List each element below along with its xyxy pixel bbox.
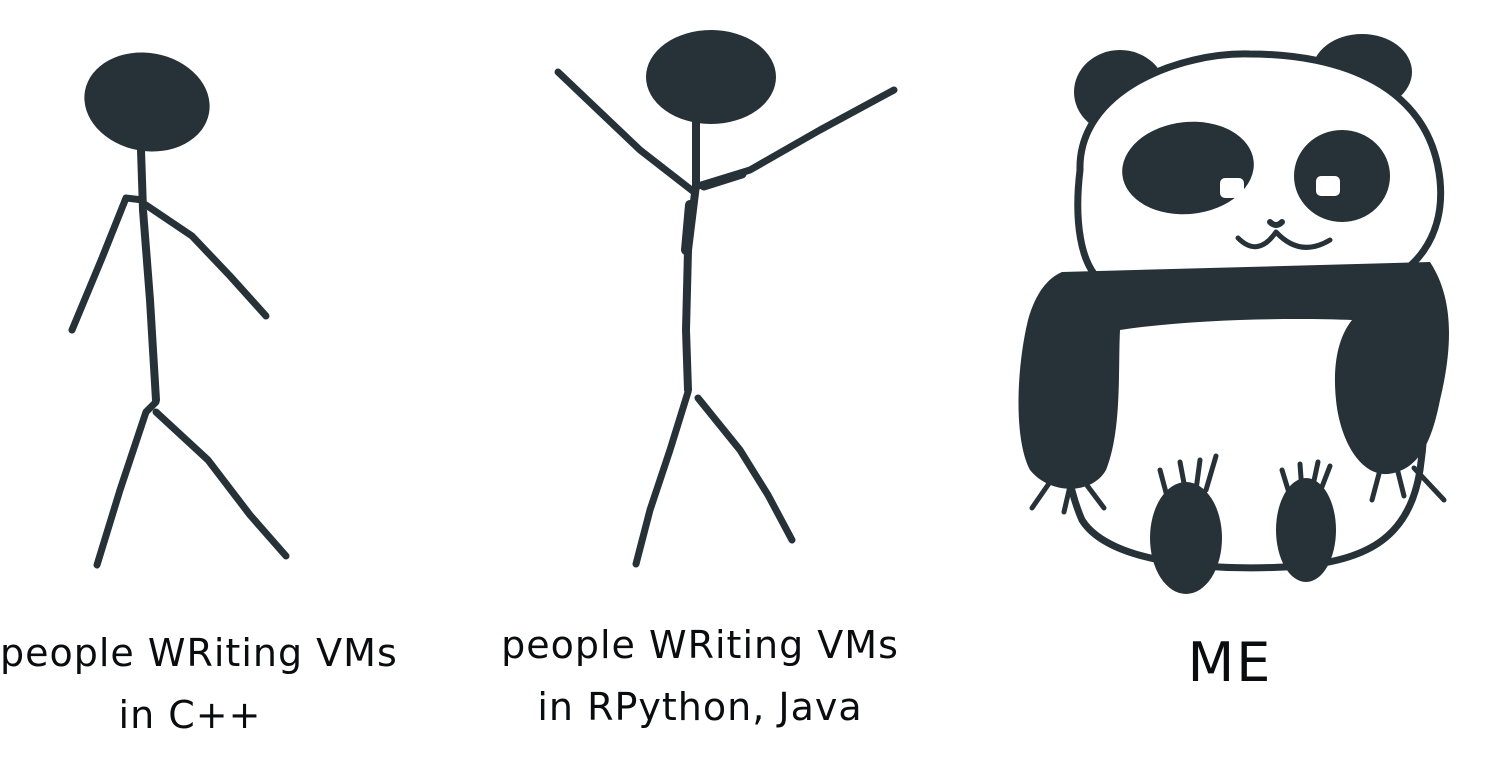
caption-me: ME <box>1130 628 1330 698</box>
stick-figure-right-leg <box>152 408 290 560</box>
panda-right-eye <box>1316 176 1340 196</box>
panda-right-foot <box>1276 478 1336 582</box>
stick-figure-body-mark <box>681 200 695 255</box>
stick-figure-left-arm <box>68 194 147 334</box>
stick-figure-body <box>682 118 700 394</box>
panel-me: ME <box>1000 0 1480 757</box>
panda-right-eye-patch <box>1294 130 1390 222</box>
stick-figure-left-leg <box>93 398 160 569</box>
caption-line: in C++ <box>118 693 262 737</box>
panda-left-foot <box>1150 482 1222 594</box>
caption-line: in RPython, Java <box>537 685 863 729</box>
panel-cpp: people WRiting VMs in C++ <box>0 0 398 757</box>
caption-cpp: people WRiting VMs in C++ <box>0 622 398 746</box>
panda-left-eye <box>1220 178 1244 198</box>
panda-nose <box>1267 219 1285 228</box>
stick-figure-head <box>84 52 210 152</box>
stick-figure-left-leg <box>632 388 692 568</box>
stick-figure-right-arm <box>142 201 270 320</box>
panel-rpython-java: people WRiting VMs in RPython, Java <box>501 0 930 757</box>
caption-line: people WRiting VMs <box>0 631 398 675</box>
caption-line: ME <box>1187 631 1273 694</box>
stick-figure-body <box>137 146 160 404</box>
stick-figure-walking <box>68 52 290 569</box>
stick-figure-head <box>646 30 776 124</box>
stick-figure-cheering <box>554 30 898 568</box>
panda-drawing <box>1018 34 1450 594</box>
stick-figure-right-leg <box>694 394 796 544</box>
stick-figure-right-arm-shade <box>699 169 747 191</box>
caption-line: people WRiting VMs <box>501 623 899 667</box>
caption-rpython-java: people WRiting VMs in RPython, Java <box>500 614 900 738</box>
